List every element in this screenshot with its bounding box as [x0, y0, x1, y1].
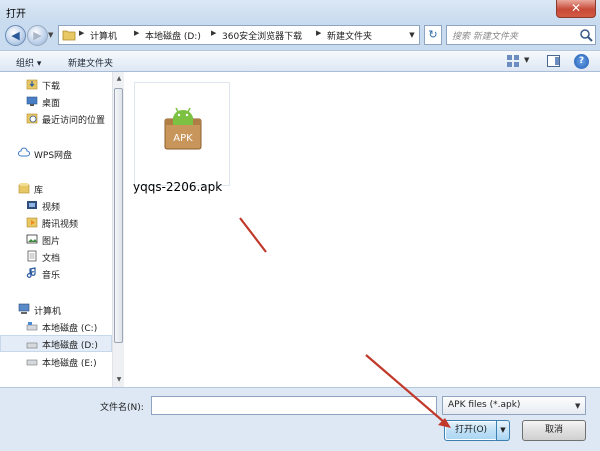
address-bar[interactable]: ▶ 计算机 ▶ 本地磁盘 (D:) ▶ 360安全浏览器下载 ▶ 新建文件夹 ▼ [58, 25, 420, 45]
filename-label: 文件名(N): [100, 403, 144, 413]
scrollbar-thumb[interactable] [114, 88, 123, 343]
nav-item-drive-d[interactable]: 本地磁盘 (D:) [0, 335, 112, 352]
chevron-down-icon[interactable]: ▼ [575, 402, 580, 410]
nav-scrollbar[interactable]: ▲ ▼ [112, 72, 124, 387]
breadcrumb-separator-icon[interactable]: ▶ [134, 29, 139, 37]
nav-label: 本地磁盘 (C:) [42, 324, 98, 334]
filetype-value: APK files (*.apk) [448, 400, 521, 410]
recent-places-icon [26, 113, 38, 124]
view-icon[interactable] [506, 54, 520, 68]
cancel-button[interactable]: 取消 [522, 420, 586, 441]
address-row: ◀ ▶ ▼ ▶ 计算机 ▶ 本地磁盘 (D:) ▶ 360安全浏览器下载 ▶ 新… [0, 22, 600, 50]
refresh-icon[interactable]: ↻ [424, 25, 442, 45]
search-placeholder: 搜索 新建文件夹 [452, 32, 518, 42]
nav-item-libraries[interactable]: 库 [0, 180, 112, 197]
nav-item-wps-cloud[interactable]: WPS网盘 [0, 145, 112, 162]
view-dropdown-icon[interactable]: ▼ [524, 56, 529, 64]
library-icon [18, 183, 30, 194]
file-name[interactable]: yqqs-2206.apk [133, 180, 222, 194]
scroll-down-icon[interactable]: ▼ [114, 375, 124, 385]
new-folder-button[interactable]: 新建文件夹 [68, 56, 113, 69]
video-icon [27, 201, 37, 209]
drive-icon [26, 359, 38, 366]
nav-label: 腾讯视频 [42, 220, 79, 230]
command-bar: 组织 ▾ 新建文件夹 ▼ ? [0, 50, 600, 72]
file-item-apk[interactable]: APK [134, 82, 230, 186]
nav-item-computer[interactable]: 计算机 [0, 301, 112, 318]
apk-icon-label: APK [173, 133, 193, 144]
pictures-icon [26, 234, 38, 244]
nav-label: 最近访问的位置 [42, 116, 106, 126]
nav-item-downloads[interactable]: 下载 [0, 76, 112, 93]
nav-label: 图片 [42, 237, 61, 247]
history-dropdown-icon[interactable]: ▼ [48, 31, 53, 39]
navigation-pane: 下载 桌面 最近访问的位置 WPS网盘 库 视频 腾讯视频 图片 文档 音乐 计… [0, 72, 124, 387]
nav-label: WPS网盘 [34, 151, 73, 161]
documents-icon [27, 250, 37, 262]
nav-item-recent[interactable]: 最近访问的位置 [0, 110, 112, 127]
tencent-video-icon [26, 217, 38, 228]
nav-item-music[interactable]: 音乐 [0, 265, 112, 282]
nav-label: 音乐 [42, 271, 61, 281]
nav-label: 本地磁盘 (E:) [42, 359, 97, 369]
nav-item-documents[interactable]: 文档 [0, 248, 112, 265]
nav-label: 库 [34, 186, 44, 196]
nav-label: 下载 [42, 82, 61, 92]
nav-label: 文档 [42, 254, 61, 264]
breadcrumb-separator-icon[interactable]: ▶ [79, 29, 84, 37]
search-input[interactable]: 搜索 新建文件夹 [446, 25, 596, 45]
breadcrumb-computer[interactable]: 计算机 [90, 29, 117, 42]
open-split-dropdown-icon[interactable]: ▼ [496, 420, 510, 441]
nav-label: 桌面 [42, 99, 61, 109]
window-title: 打开 [6, 9, 26, 20]
breadcrumb-separator-icon[interactable]: ▶ [316, 29, 321, 37]
bottom-panel: 文件名(N): APK files (*.apk) ▼ 打开(O) ▼ 取消 [0, 387, 600, 451]
computer-icon [18, 303, 30, 314]
nav-item-desktop[interactable]: 桌面 [0, 93, 112, 110]
drive-icon [26, 342, 38, 349]
filetype-select[interactable]: APK files (*.apk) ▼ [442, 396, 586, 415]
close-button[interactable]: ✕ [556, 0, 596, 18]
open-button[interactable]: 打开(O) [444, 420, 498, 441]
nav-item-tencent-video[interactable]: 腾讯视频 [0, 214, 112, 231]
file-pane: APK [124, 72, 600, 387]
filename-input[interactable] [151, 396, 437, 415]
nav-item-drive-e[interactable]: 本地磁盘 (E:) [0, 353, 112, 370]
nav-item-pictures[interactable]: 图片 [0, 231, 112, 248]
forward-button[interactable]: ▶ [27, 25, 48, 46]
breadcrumb-drive-d[interactable]: 本地磁盘 (D:) [145, 29, 201, 42]
cloud-icon [18, 147, 30, 157]
address-dropdown-icon[interactable]: ▼ [405, 27, 419, 43]
search-icon[interactable] [579, 28, 593, 42]
help-icon[interactable]: ? [574, 54, 589, 69]
folder-icon [62, 30, 76, 41]
nav-item-videos[interactable]: 视频 [0, 197, 112, 214]
nav-item-drive-c[interactable]: 本地磁盘 (C:) [0, 318, 112, 335]
desktop-icon [26, 96, 38, 106]
breadcrumb-new-folder[interactable]: 新建文件夹 [327, 29, 372, 42]
back-button[interactable]: ◀ [5, 25, 26, 46]
apk-file-icon: APK [164, 107, 202, 150]
drive-icon [26, 322, 38, 331]
music-icon [26, 267, 36, 278]
organize-button[interactable]: 组织 ▾ [16, 56, 41, 69]
downloads-folder-icon [26, 79, 38, 90]
nav-label: 本地磁盘 (D:) [42, 341, 98, 351]
breadcrumb-separator-icon[interactable]: ▶ [211, 29, 216, 37]
breadcrumb-download-folder[interactable]: 360安全浏览器下载 [222, 29, 302, 42]
nav-label: 计算机 [34, 307, 62, 317]
preview-pane-icon[interactable] [547, 55, 560, 67]
title-bar: 打开 ✕ [0, 0, 600, 22]
nav-label: 视频 [42, 203, 61, 213]
scroll-up-icon[interactable]: ▲ [114, 74, 124, 84]
